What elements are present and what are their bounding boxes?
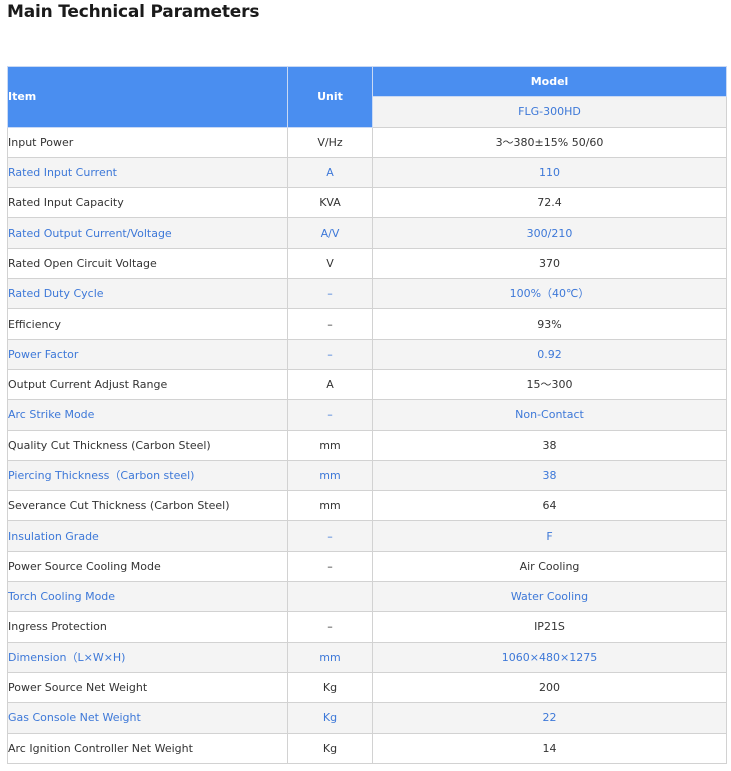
parameter-name: Ingress Protection [7, 611, 288, 643]
header-row: Item Unit Model [7, 65, 727, 128]
parameter-name: Power Source Net Weight [7, 671, 288, 704]
parameter-name: Piercing Thickness（Carbon steel) [7, 459, 288, 492]
table-row: Severance Cut Thickness (Carbon Steel) mm… [7, 490, 727, 522]
table-row: Torch Cooling Mode Water Cooling [7, 581, 727, 613]
parameter-unit: – [287, 611, 373, 643]
parameter-unit: – [287, 399, 373, 431]
parameter-name: Power Factor [7, 338, 288, 370]
parameter-value: 64 [372, 490, 727, 522]
parameter-name: Rated Open Circuit Voltage [7, 247, 288, 280]
parameter-unit: mm [287, 641, 373, 673]
table-row: Piercing Thickness（Carbon steel) mm 38 [7, 459, 727, 492]
header-model-name: FLG-300HD [372, 96, 727, 128]
parameter-name: Arc Ignition Controller Net Weight [7, 732, 288, 764]
table-body: Input Power V/Hz 3～380±15% 50/60 Rated Inpu… [7, 126, 727, 764]
parameter-unit: KVA [287, 187, 373, 219]
parameter-value: 300/210 [372, 217, 727, 249]
parameter-value: 100%（40℃） [372, 278, 727, 310]
parameter-value: 14 [372, 732, 727, 764]
parameter-value: 200 [372, 671, 727, 704]
parameter-value: 1060×480×1275 [372, 641, 727, 673]
parameter-name: Input Power [7, 126, 288, 158]
parameter-unit: A [287, 156, 373, 189]
parameter-value: F [372, 520, 727, 552]
parameter-unit: mm [287, 459, 373, 492]
table-row: Rated Open Circuit Voltage V 370 [7, 247, 727, 280]
parameter-name: Arc Strike Mode [7, 399, 288, 431]
header-item: Item [7, 66, 288, 128]
table-row: Rated Output Current/Voltage A/V 300/210 [7, 217, 727, 249]
parameter-value: Air Cooling [372, 550, 727, 583]
table-row: Arc Strike Mode – Non-Contact [7, 399, 727, 431]
table-row: Power Source Net Weight Kg 200 [7, 671, 727, 704]
parameter-unit: – [287, 338, 373, 370]
page: Main Technical Parameters Item Unit Mode… [0, 0, 731, 771]
table-row: Insulation Grade – F [7, 520, 727, 552]
table-row: Gas Console Net Weight Kg 22 [7, 702, 727, 734]
parameter-value: Water Cooling [372, 581, 727, 613]
parameter-unit: mm [287, 490, 373, 522]
parameter-unit: Kg [287, 702, 373, 734]
table-row: Output Current Adjust Range A 15～300 [7, 368, 727, 401]
technical-parameters-table: Item Unit Model FLG-300HD Input Power V/H… [7, 65, 727, 764]
parameter-unit: mm [287, 429, 373, 461]
parameter-unit: – [287, 550, 373, 583]
parameter-name: Severance Cut Thickness (Carbon Steel) [7, 490, 288, 522]
parameter-unit: – [287, 308, 373, 340]
parameter-value: 93% [372, 308, 727, 340]
parameter-unit [287, 581, 373, 613]
table-row: Rated Input Current A 110 [7, 156, 727, 189]
table-row: Dimension（L×W×H) mm 1060×480×1275 [7, 641, 727, 673]
parameter-value: 72.4 [372, 187, 727, 219]
table-row: Efficiency –93% [7, 308, 727, 340]
parameter-unit: – [287, 520, 373, 552]
parameter-value: 38 [372, 429, 727, 461]
parameter-name: Rated Input Capacity [7, 187, 288, 219]
parameter-value: 22 [372, 702, 727, 734]
parameter-value: Non-Contact [372, 399, 727, 431]
parameter-value: 3～380±15% 50/60 [372, 126, 727, 158]
parameter-name: Rated Input Current [7, 156, 288, 189]
parameter-value: 370 [372, 247, 727, 280]
parameter-value: 15～300 [372, 368, 727, 401]
table-row: Power Factor –0.92 [7, 338, 727, 370]
parameter-name: Rated Duty Cycle [7, 278, 288, 310]
parameter-name: Rated Output Current/Voltage [7, 217, 288, 249]
parameter-name: Insulation Grade [7, 520, 288, 552]
table-row: Rated Input Capacity KVA 72.4 [7, 187, 727, 219]
parameter-unit: A [287, 368, 373, 401]
parameter-name: Gas Console Net Weight [7, 702, 288, 734]
parameter-unit: Kg [287, 732, 373, 764]
table-row: Ingress Protection – IP21S [7, 611, 727, 643]
parameter-name: Efficiency [7, 308, 288, 340]
parameter-name: Dimension（L×W×H) [7, 641, 288, 673]
table-row: Power Source Cooling Mode – Air Cooling [7, 550, 727, 583]
table-row: Quality Cut Thickness (Carbon Steel) mm 38 [7, 429, 727, 461]
parameter-name: Power Source Cooling Mode [7, 550, 288, 583]
table-row: Rated Duty Cycle –100%（40℃） [7, 278, 727, 310]
parameter-unit: – [287, 278, 373, 310]
parameter-value: 110 [372, 156, 727, 189]
parameter-unit: Kg [287, 671, 373, 704]
parameter-value: 38 [372, 459, 727, 492]
header-unit: Unit [287, 66, 373, 128]
table-row: Input Power V/Hz 3～380±15% 50/60 [7, 126, 727, 158]
parameter-name: Torch Cooling Mode [7, 581, 288, 613]
table-row: Arc Ignition Controller Net Weight Kg 14 [7, 732, 727, 764]
parameter-value: IP21S [372, 611, 727, 643]
page-title: Main Technical Parameters [7, 2, 260, 22]
header-model: Model [372, 65, 727, 98]
parameter-name: Quality Cut Thickness (Carbon Steel) [7, 429, 288, 461]
parameter-unit: V/Hz [287, 126, 373, 158]
parameter-unit: A/V [287, 217, 373, 249]
parameter-name: Output Current Adjust Range [7, 368, 288, 401]
parameter-unit: V [287, 247, 373, 280]
parameter-value: 0.92 [372, 338, 727, 370]
